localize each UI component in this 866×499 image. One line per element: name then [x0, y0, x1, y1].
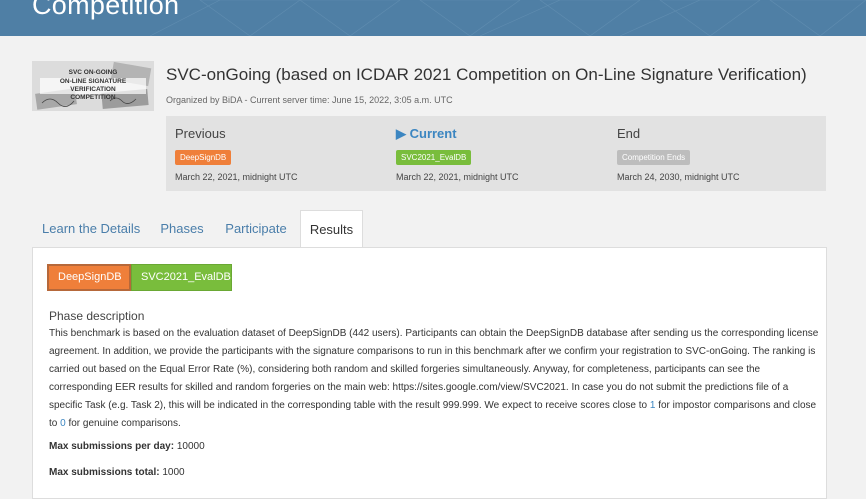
- logo-line-1: SVC ON-GOING: [68, 69, 118, 76]
- page-title: Competition: [32, 0, 180, 20]
- phase-label: End: [617, 126, 641, 141]
- tab-results[interactable]: Results: [300, 210, 363, 249]
- tab-participate[interactable]: Participate: [218, 210, 294, 247]
- logo-line-3: COMPETITION: [70, 94, 116, 101]
- phase-date: March 22, 2021, midnight UTC: [175, 172, 298, 182]
- phases-panel: Previous DeepSignDB March 22, 2021, midn…: [166, 116, 826, 191]
- results-panel: DeepSignDB SVC2021_EvalDB Phase descript…: [32, 247, 827, 499]
- max-per-day-label: Max submissions per day:: [49, 441, 175, 452]
- max-submissions-per-day: Max submissions per day: 10000: [49, 441, 205, 452]
- competition-title: SVC-onGoing (based on ICDAR 2021 Competi…: [166, 65, 807, 84]
- phase-label: Previous: [175, 126, 226, 141]
- description-text: for genuine comparisons.: [65, 418, 181, 429]
- phase-date: March 24, 2030, midnight UTC: [617, 172, 740, 182]
- description-text: This benchmark is based on the evaluatio…: [49, 328, 819, 411]
- max-per-day-value: 10000: [176, 441, 205, 452]
- max-total-label: Max submissions total:: [49, 467, 160, 478]
- phase-badge: SVC2021_EvalDB: [396, 150, 472, 165]
- tab-phases[interactable]: Phases: [153, 210, 211, 247]
- max-submissions-total: Max submissions total: 1000: [49, 467, 185, 478]
- organizer-info: Organized by BiDA - Current server time:…: [166, 95, 453, 105]
- logo-line-2: ON-LINE SIGNATURE VERIFICATION: [40, 78, 146, 94]
- competition-logo: SVC ON-GOING ON-LINE SIGNATURE VERIFICAT…: [32, 61, 154, 111]
- phase-badge: Competition Ends: [617, 150, 691, 165]
- phase-badge: DeepSignDB: [175, 150, 232, 165]
- tab-learn-the-details[interactable]: Learn the Details: [32, 210, 160, 247]
- svc2021-evaldb-button[interactable]: SVC2021_EvalDB: [131, 264, 232, 291]
- max-total-value: 1000: [162, 467, 185, 478]
- phase-date: March 22, 2021, midnight UTC: [396, 172, 519, 182]
- phase-description-text: This benchmark is based on the evaluatio…: [49, 325, 819, 433]
- phase-description-title: Phase description: [49, 309, 145, 323]
- deepsigndb-button[interactable]: DeepSignDB: [47, 264, 131, 291]
- hero-banner: Competition: [0, 0, 866, 36]
- phase-label: ▶ Current: [396, 126, 457, 141]
